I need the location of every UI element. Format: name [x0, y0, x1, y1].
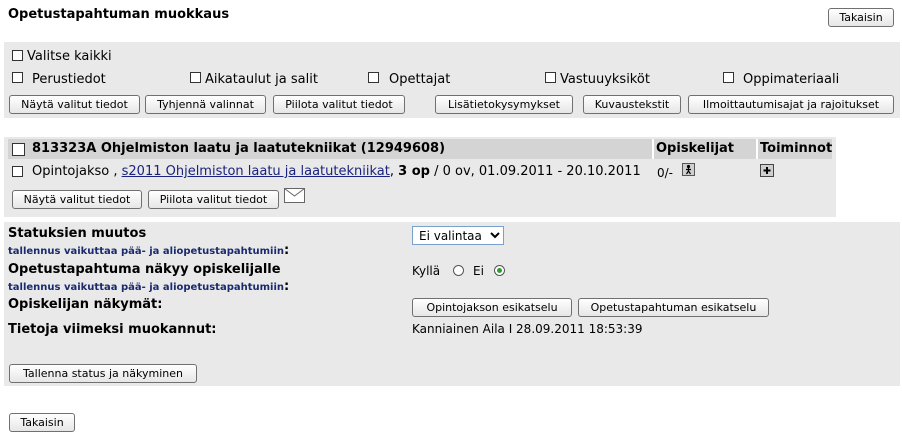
show-selected-button[interactable]: Näytä valitut tiedot	[9, 95, 140, 114]
event-preview-button[interactable]: Opetustapahtuman esikatselu	[578, 298, 769, 317]
last-modified-label: Tietoja viimeksi muokannut:	[8, 322, 217, 337]
back-button-bottom[interactable]: Takaisin	[9, 413, 75, 432]
hide-selected-button[interactable]: Piilota valitut tiedot	[273, 95, 405, 114]
header-divider	[756, 139, 758, 159]
event-select-checkbox[interactable]	[12, 166, 23, 177]
visibility-label: Opetustapahtuma näkyy opiskelijalle	[8, 262, 281, 277]
mail-icon[interactable]	[284, 188, 305, 207]
category-label-perustiedot: Perustiedot	[32, 72, 106, 87]
category-checkbox-vastuuyksikot[interactable]	[545, 72, 556, 83]
course-title: 813323A Ohjelmiston laatu ja laatuteknii…	[32, 141, 446, 156]
save-status-button[interactable]: Tallenna status ja näkyminen	[9, 364, 197, 383]
category-label-oppimateriaali: Oppimateriaali	[743, 72, 840, 87]
category-label-aikataulut: Aikataulut ja salit	[205, 72, 318, 87]
visibility-yes-radio[interactable]	[453, 265, 464, 276]
student-list-icon[interactable]	[682, 163, 695, 176]
visibility-yes-label: Kyllä	[412, 264, 441, 278]
select-all-checkbox[interactable]	[12, 50, 23, 61]
expand-plus-icon[interactable]	[760, 164, 774, 177]
column-actions: Toiminnot	[760, 141, 833, 156]
select-all-label: Valitse kaikki	[27, 49, 112, 64]
additional-questions-button[interactable]: Lisätietokysymykset	[435, 95, 573, 114]
category-checkbox-oppimateriaali[interactable]	[723, 72, 734, 83]
student-views-label: Opiskelijan näkymät:	[8, 297, 163, 312]
course-select-checkbox[interactable]	[12, 143, 25, 156]
visibility-note: tallennus vaikuttaa pää- ja aliopetustap…	[8, 279, 290, 294]
last-modified-value: Kanniainen Aila I 28.09.2011 18:53:39	[412, 322, 643, 336]
visibility-no-label: Ei	[473, 264, 484, 278]
clear-selections-button[interactable]: Tyhjennä valinnat	[145, 95, 266, 114]
description-texts-button[interactable]: Kuvaustekstit	[583, 95, 681, 114]
event-type: Opintojakso ,	[32, 164, 118, 179]
course-show-selected-button[interactable]: Näytä valitut tiedot	[12, 190, 142, 209]
visibility-no-radio[interactable]	[494, 265, 505, 276]
event-row: Opintojakso , s2011 Ohjelmiston laatu ja…	[32, 164, 641, 179]
enrollment-times-button[interactable]: Ilmoittautumisajat ja rajoitukset	[688, 95, 894, 114]
event-credits: 3 op	[398, 164, 430, 179]
course-hide-selected-button[interactable]: Piilota valitut tiedot	[148, 190, 279, 209]
page-title: Opetustapahtuman muokkaus	[8, 7, 230, 22]
column-students: Opiskelijat	[656, 141, 735, 156]
back-button-top[interactable]: Takaisin	[828, 8, 894, 27]
event-dates: / 0 ov, 01.09.2011 - 20.10.2011	[434, 164, 641, 179]
category-checkbox-aikataulut[interactable]	[190, 72, 201, 83]
status-change-label: Statuksien muutos	[8, 226, 147, 241]
header-divider	[652, 139, 654, 159]
category-label-vastuuyksikot: Vastuuyksiköt	[560, 72, 650, 87]
course-preview-button[interactable]: Opintojakson esikatselu	[412, 298, 572, 317]
event-sep: ,	[389, 164, 394, 179]
category-label-opettajat: Opettajat	[389, 72, 451, 87]
status-select[interactable]: Ei valintaa	[412, 226, 504, 245]
category-checkbox-perustiedot[interactable]	[12, 72, 23, 83]
students-count: 0/-	[657, 166, 674, 180]
status-change-note: tallennus vaikuttaa pää- ja aliopetustap…	[8, 243, 290, 258]
event-link[interactable]: s2011 Ohjelmiston laatu ja laatutekniika…	[122, 164, 390, 179]
category-checkbox-opettajat[interactable]	[368, 72, 379, 83]
